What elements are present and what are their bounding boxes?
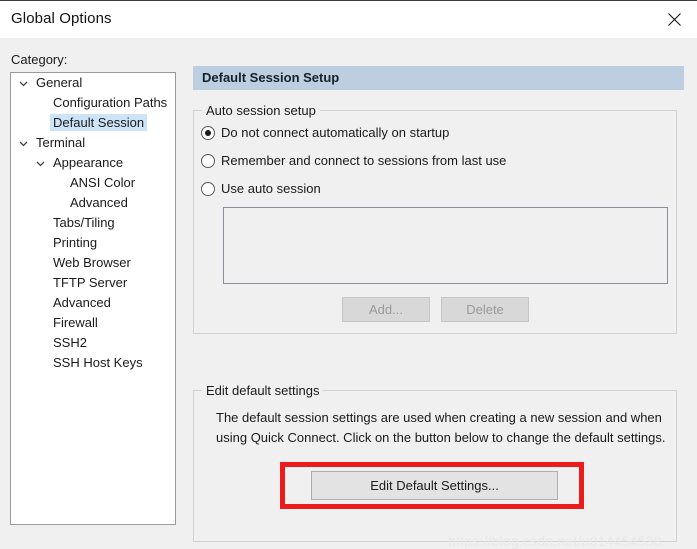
- page-title: Default Session Setup: [193, 66, 684, 90]
- chevron-down-icon[interactable]: [17, 73, 30, 93]
- title-bar: Global Options: [0, 0, 697, 39]
- group-legend: Edit default settings: [202, 383, 324, 398]
- group-legend: Auto session setup: [202, 103, 320, 118]
- close-button[interactable]: [651, 1, 697, 38]
- sidebar-item-label: General: [36, 75, 83, 90]
- radio-do-not-connect[interactable]: Do not connect automatically on startup: [201, 125, 449, 140]
- edit-default-description: The default session settings are used wh…: [216, 410, 666, 445]
- sidebar-item-ssh-host-keys[interactable]: SSH Host Keys: [11, 353, 175, 373]
- sidebar-item-label: Advanced: [70, 195, 128, 210]
- sidebar-item-general[interactable]: General: [11, 73, 175, 93]
- radio-use-auto-session[interactable]: Use auto session: [201, 181, 321, 196]
- sidebar-item-firewall[interactable]: Firewall: [11, 313, 175, 333]
- category-tree[interactable]: General Configuration Paths Default Sess…: [10, 72, 176, 525]
- sidebar-item-label: Configuration Paths: [53, 95, 168, 110]
- window-title: Global Options: [11, 10, 112, 27]
- sidebar-item-appearance[interactable]: Appearance: [11, 153, 175, 173]
- sidebar-item-label: SSH2: [53, 335, 87, 350]
- sidebar-item-label: Web Browser: [53, 255, 131, 270]
- sidebar-item-label: Default Session: [50, 114, 148, 131]
- sidebar-item-label: Advanced: [53, 295, 111, 310]
- sidebar-item-label: SSH Host Keys: [53, 355, 143, 370]
- radio-button-icon[interactable]: [201, 181, 215, 196]
- sidebar-item-label: Firewall: [53, 315, 98, 330]
- edit-default-settings-group: Edit default settings The default sessio…: [193, 383, 677, 542]
- sidebar-item-label: Tabs/Tiling: [53, 215, 115, 230]
- sidebar-item-label: TFTP Server: [53, 275, 128, 290]
- delete-button[interactable]: Delete: [441, 297, 529, 322]
- sidebar-item-tabs-tiling[interactable]: Tabs/Tiling: [11, 213, 175, 233]
- radio-label: Remember and connect to sessions from la…: [221, 153, 507, 168]
- auto-session-setup-group: Auto session setup Do not connect automa…: [193, 103, 677, 334]
- dialog-body: Category: General Configuration Paths De…: [0, 38, 697, 549]
- radio-label: Do not connect automatically on startup: [221, 125, 450, 140]
- radio-label: Use auto session: [221, 181, 321, 196]
- sidebar-item-ssh2[interactable]: SSH2: [11, 333, 175, 353]
- sidebar-item-terminal[interactable]: Terminal: [11, 133, 175, 153]
- edit-default-settings-button[interactable]: Edit Default Settings...: [311, 471, 558, 500]
- sidebar-item-web-browser[interactable]: Web Browser: [11, 253, 175, 273]
- sidebar-item-label: Terminal: [36, 135, 86, 150]
- add-button[interactable]: Add...: [342, 297, 430, 322]
- watermark: https://blog.csdn.net/u014454538: [448, 533, 662, 549]
- sidebar-item-terminal-advanced[interactable]: Advanced: [11, 293, 175, 313]
- chevron-down-icon[interactable]: [34, 153, 47, 173]
- sidebar-item-tftp-server[interactable]: TFTP Server: [11, 273, 175, 293]
- sidebar-item-label: Appearance: [53, 155, 124, 170]
- sidebar-item-appearance-advanced[interactable]: Advanced: [11, 193, 175, 213]
- chevron-down-icon[interactable]: [17, 133, 30, 153]
- category-label: Category:: [11, 52, 68, 67]
- sidebar-item-configuration-paths[interactable]: Configuration Paths: [11, 93, 175, 113]
- sidebar-item-printing[interactable]: Printing: [11, 233, 175, 253]
- radio-button-icon[interactable]: [201, 125, 215, 140]
- sidebar-item-ansi-color[interactable]: ANSI Color: [11, 173, 175, 193]
- sidebar-item-label: ANSI Color: [70, 175, 136, 190]
- sidebar-item-default-session[interactable]: Default Session: [11, 113, 175, 133]
- close-icon: [667, 13, 681, 26]
- radio-remember-sessions[interactable]: Remember and connect to sessions from la…: [201, 153, 506, 168]
- sidebar-item-label: Printing: [53, 235, 98, 250]
- auto-session-listbox[interactable]: [223, 207, 668, 284]
- radio-button-icon[interactable]: [201, 153, 215, 168]
